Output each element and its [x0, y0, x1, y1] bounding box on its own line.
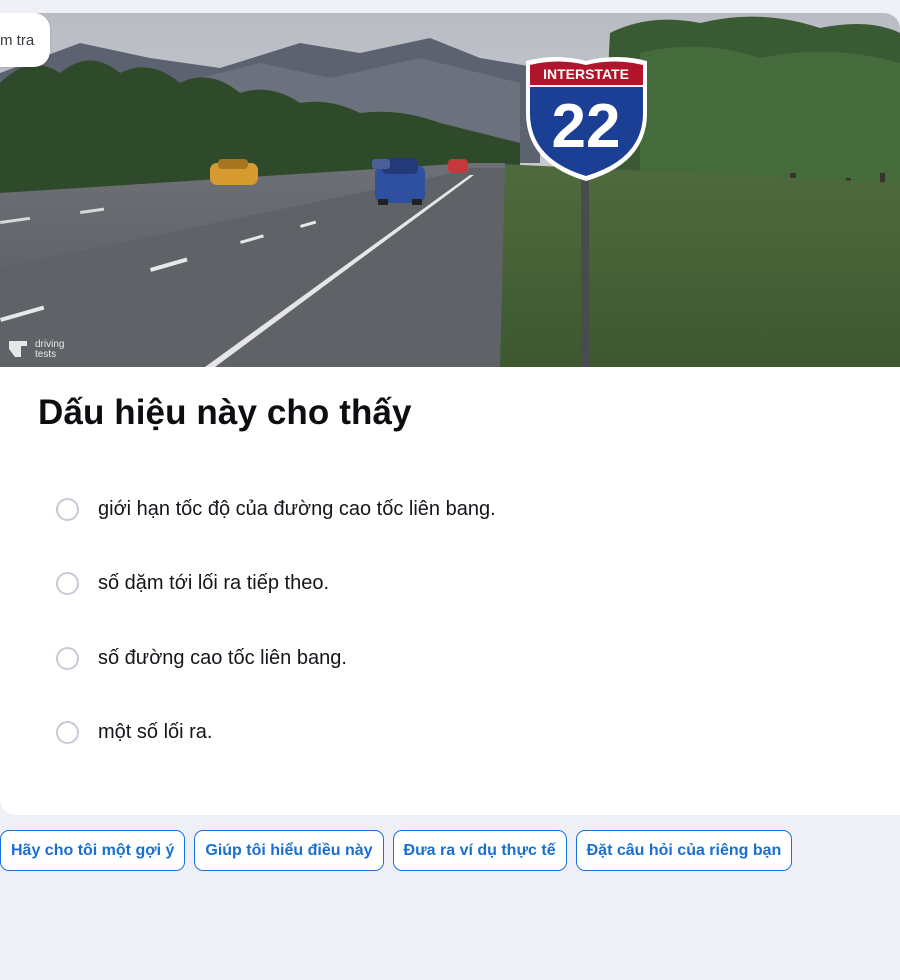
answer-options: giới hạn tốc độ của đường cao tốc liên b…	[56, 490, 876, 788]
answer-option-label: giới hạn tốc độ của đường cao tốc liên b…	[98, 497, 496, 520]
answer-option-3[interactable]: số đường cao tốc liên bang.	[56, 639, 876, 677]
ask-own-question-button[interactable]: Đặt câu hỏi của riêng bạn	[575, 830, 793, 871]
svg-text:tests: tests	[35, 349, 56, 360]
radio-button[interactable]	[56, 721, 79, 744]
answer-option-4[interactable]: một số lối ra.	[56, 714, 876, 752]
answer-option-2[interactable]: số dặm tới lối ra tiếp theo.	[56, 565, 876, 603]
explain-button[interactable]: Giúp tôi hiểu điều này	[194, 830, 384, 871]
radio-button[interactable]	[56, 646, 79, 670]
answer-option-label: số đường cao tốc liên bang.	[98, 646, 347, 669]
answer-option-1[interactable]: giới hạn tốc độ của đường cao tốc liên b…	[56, 490, 876, 528]
radio-button[interactable]	[56, 572, 79, 595]
quiz-badge-label: m tra	[0, 31, 35, 49]
answer-option-label: một số lối ra.	[98, 721, 213, 743]
svg-text:22: 22	[552, 92, 621, 161]
suggestion-chips: Hãy cho tôi một gợi ý Giúp tôi hiểu điều…	[0, 830, 793, 871]
hint-button[interactable]: Hãy cho tôi một gợi ý	[0, 830, 186, 871]
quiz-badge: m tra	[0, 13, 51, 67]
question-image: INTERSTATE 22 driving tests	[0, 13, 900, 367]
real-example-button[interactable]: Đưa ra ví dụ thực tế	[392, 830, 567, 871]
answer-option-label: số dặm tới lối ra tiếp theo.	[98, 572, 330, 594]
svg-text:INTERSTATE: INTERSTATE	[543, 66, 629, 82]
question-title: Dấu hiệu này cho thấy	[38, 393, 412, 432]
radio-button[interactable]	[56, 497, 79, 521]
